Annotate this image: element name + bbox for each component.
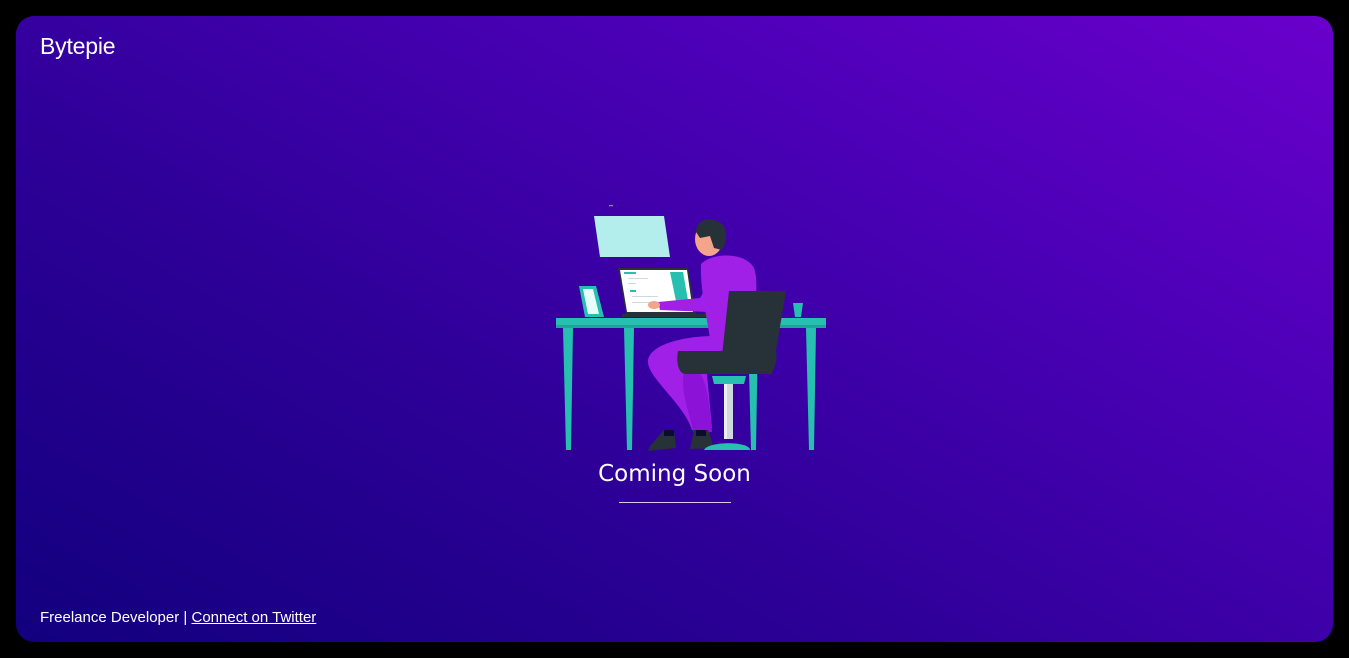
brand-logo[interactable]: Bytepie [40, 33, 116, 60]
footer-tagline: Freelance Developer [40, 609, 180, 626]
coming-soon-heading: Coming Soon [598, 461, 751, 487]
heading-underline [619, 502, 731, 503]
footer-separator: | [183, 609, 188, 626]
developer-at-desk-illustration [536, 186, 836, 451]
twitter-link[interactable]: Connect on Twitter [192, 609, 317, 626]
landing-card: Bytepie Coming Soon Freelance Developer … [16, 16, 1333, 642]
footer: Freelance Developer | Connect on Twitter [40, 609, 316, 626]
